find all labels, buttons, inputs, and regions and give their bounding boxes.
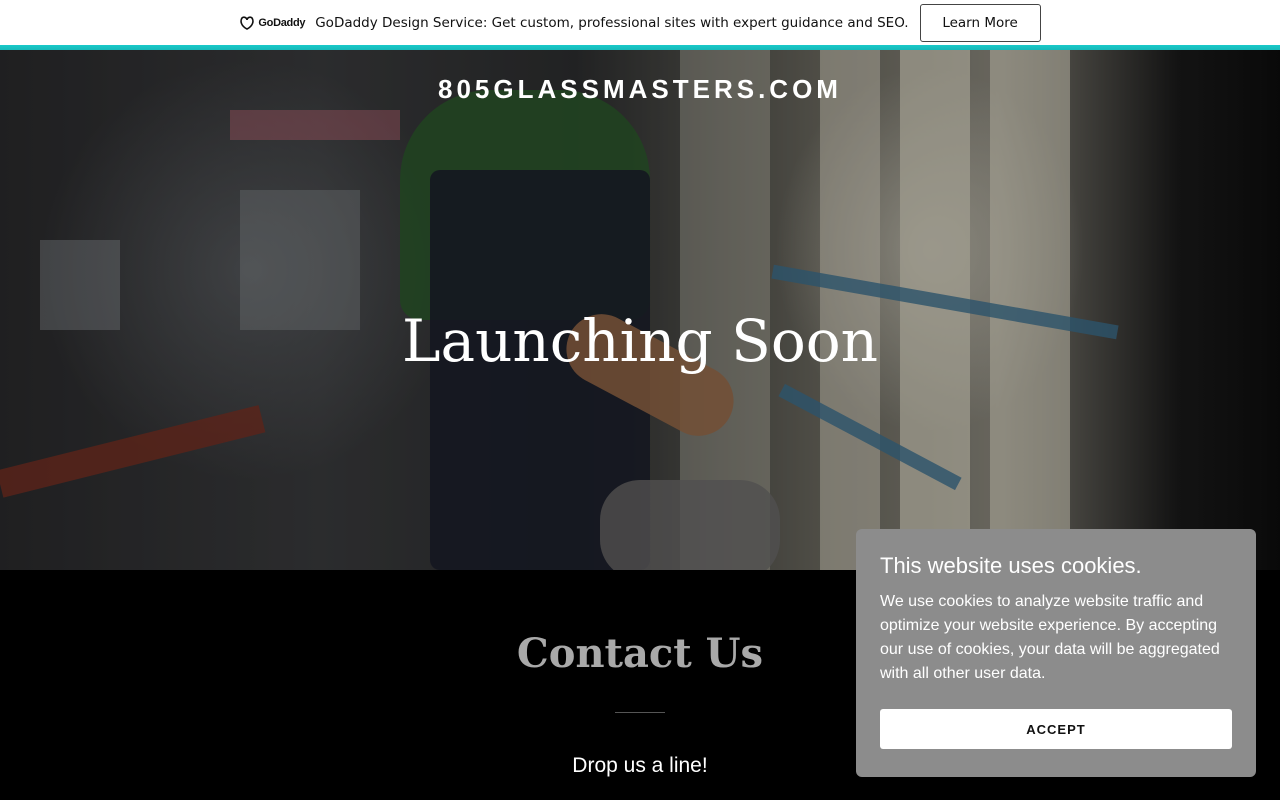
accept-cookies-button[interactable]: ACCEPT (880, 709, 1232, 749)
promo-banner: GoDaddy GoDaddy Design Service: Get cust… (0, 0, 1280, 45)
hero-title: Launching Soon (401, 307, 879, 375)
godaddy-logo: GoDaddy (239, 15, 306, 30)
promo-message: GoDaddy Design Service: Get custom, prof… (315, 14, 909, 31)
learn-more-button[interactable]: Learn More (919, 3, 1041, 42)
cookie-title: This website uses cookies. (880, 553, 1142, 578)
godaddy-logo-icon (240, 15, 255, 30)
godaddy-logo-text: GoDaddy (258, 16, 306, 29)
contact-divider (615, 712, 665, 713)
cookie-message: We use cookies to analyze website traffi… (880, 593, 1220, 682)
site-name[interactable]: 805GLASSMASTERS.COM (0, 74, 1280, 105)
cookie-dialog: This website uses cookies. We use cookie… (856, 529, 1256, 777)
